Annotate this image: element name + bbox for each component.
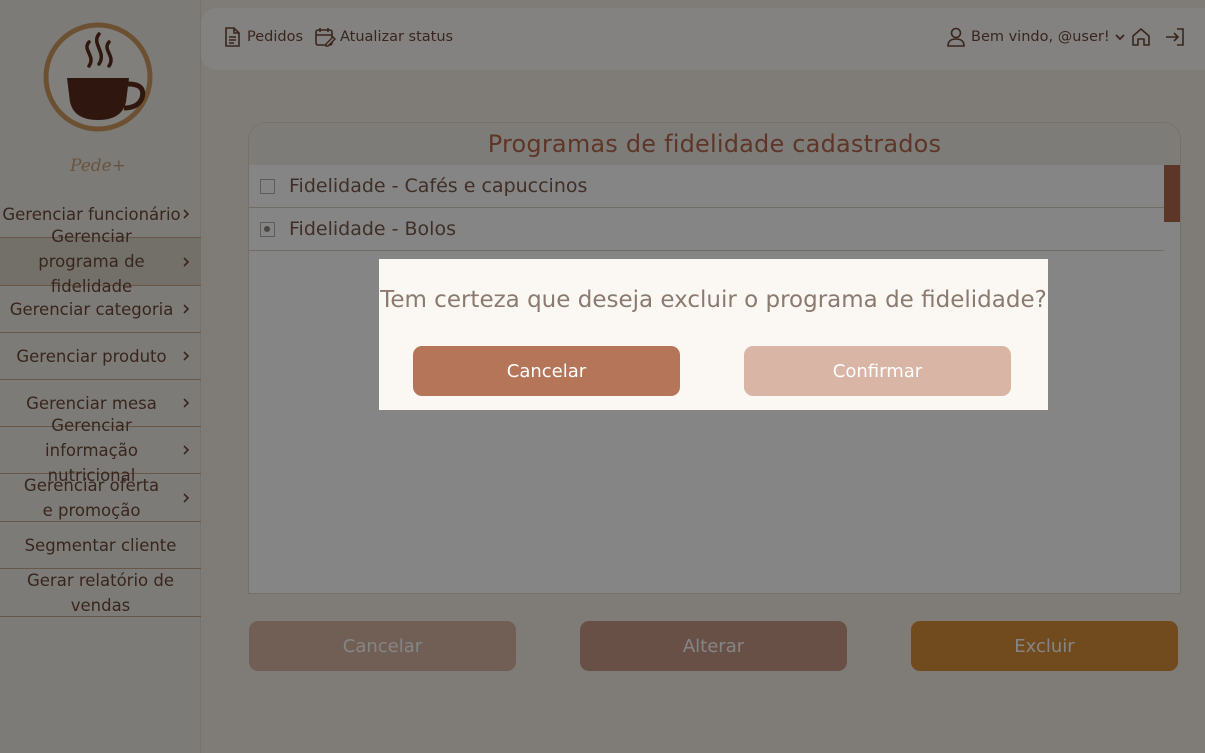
confirm-delete-dialog: Tem certeza que deseja excluir o program… [379, 259, 1048, 410]
dialog-confirm-button[interactable]: Confirmar [744, 346, 1011, 396]
dialog-message: Tem certeza que deseja excluir o program… [380, 287, 1047, 313]
dialog-cancel-button[interactable]: Cancelar [413, 346, 680, 396]
